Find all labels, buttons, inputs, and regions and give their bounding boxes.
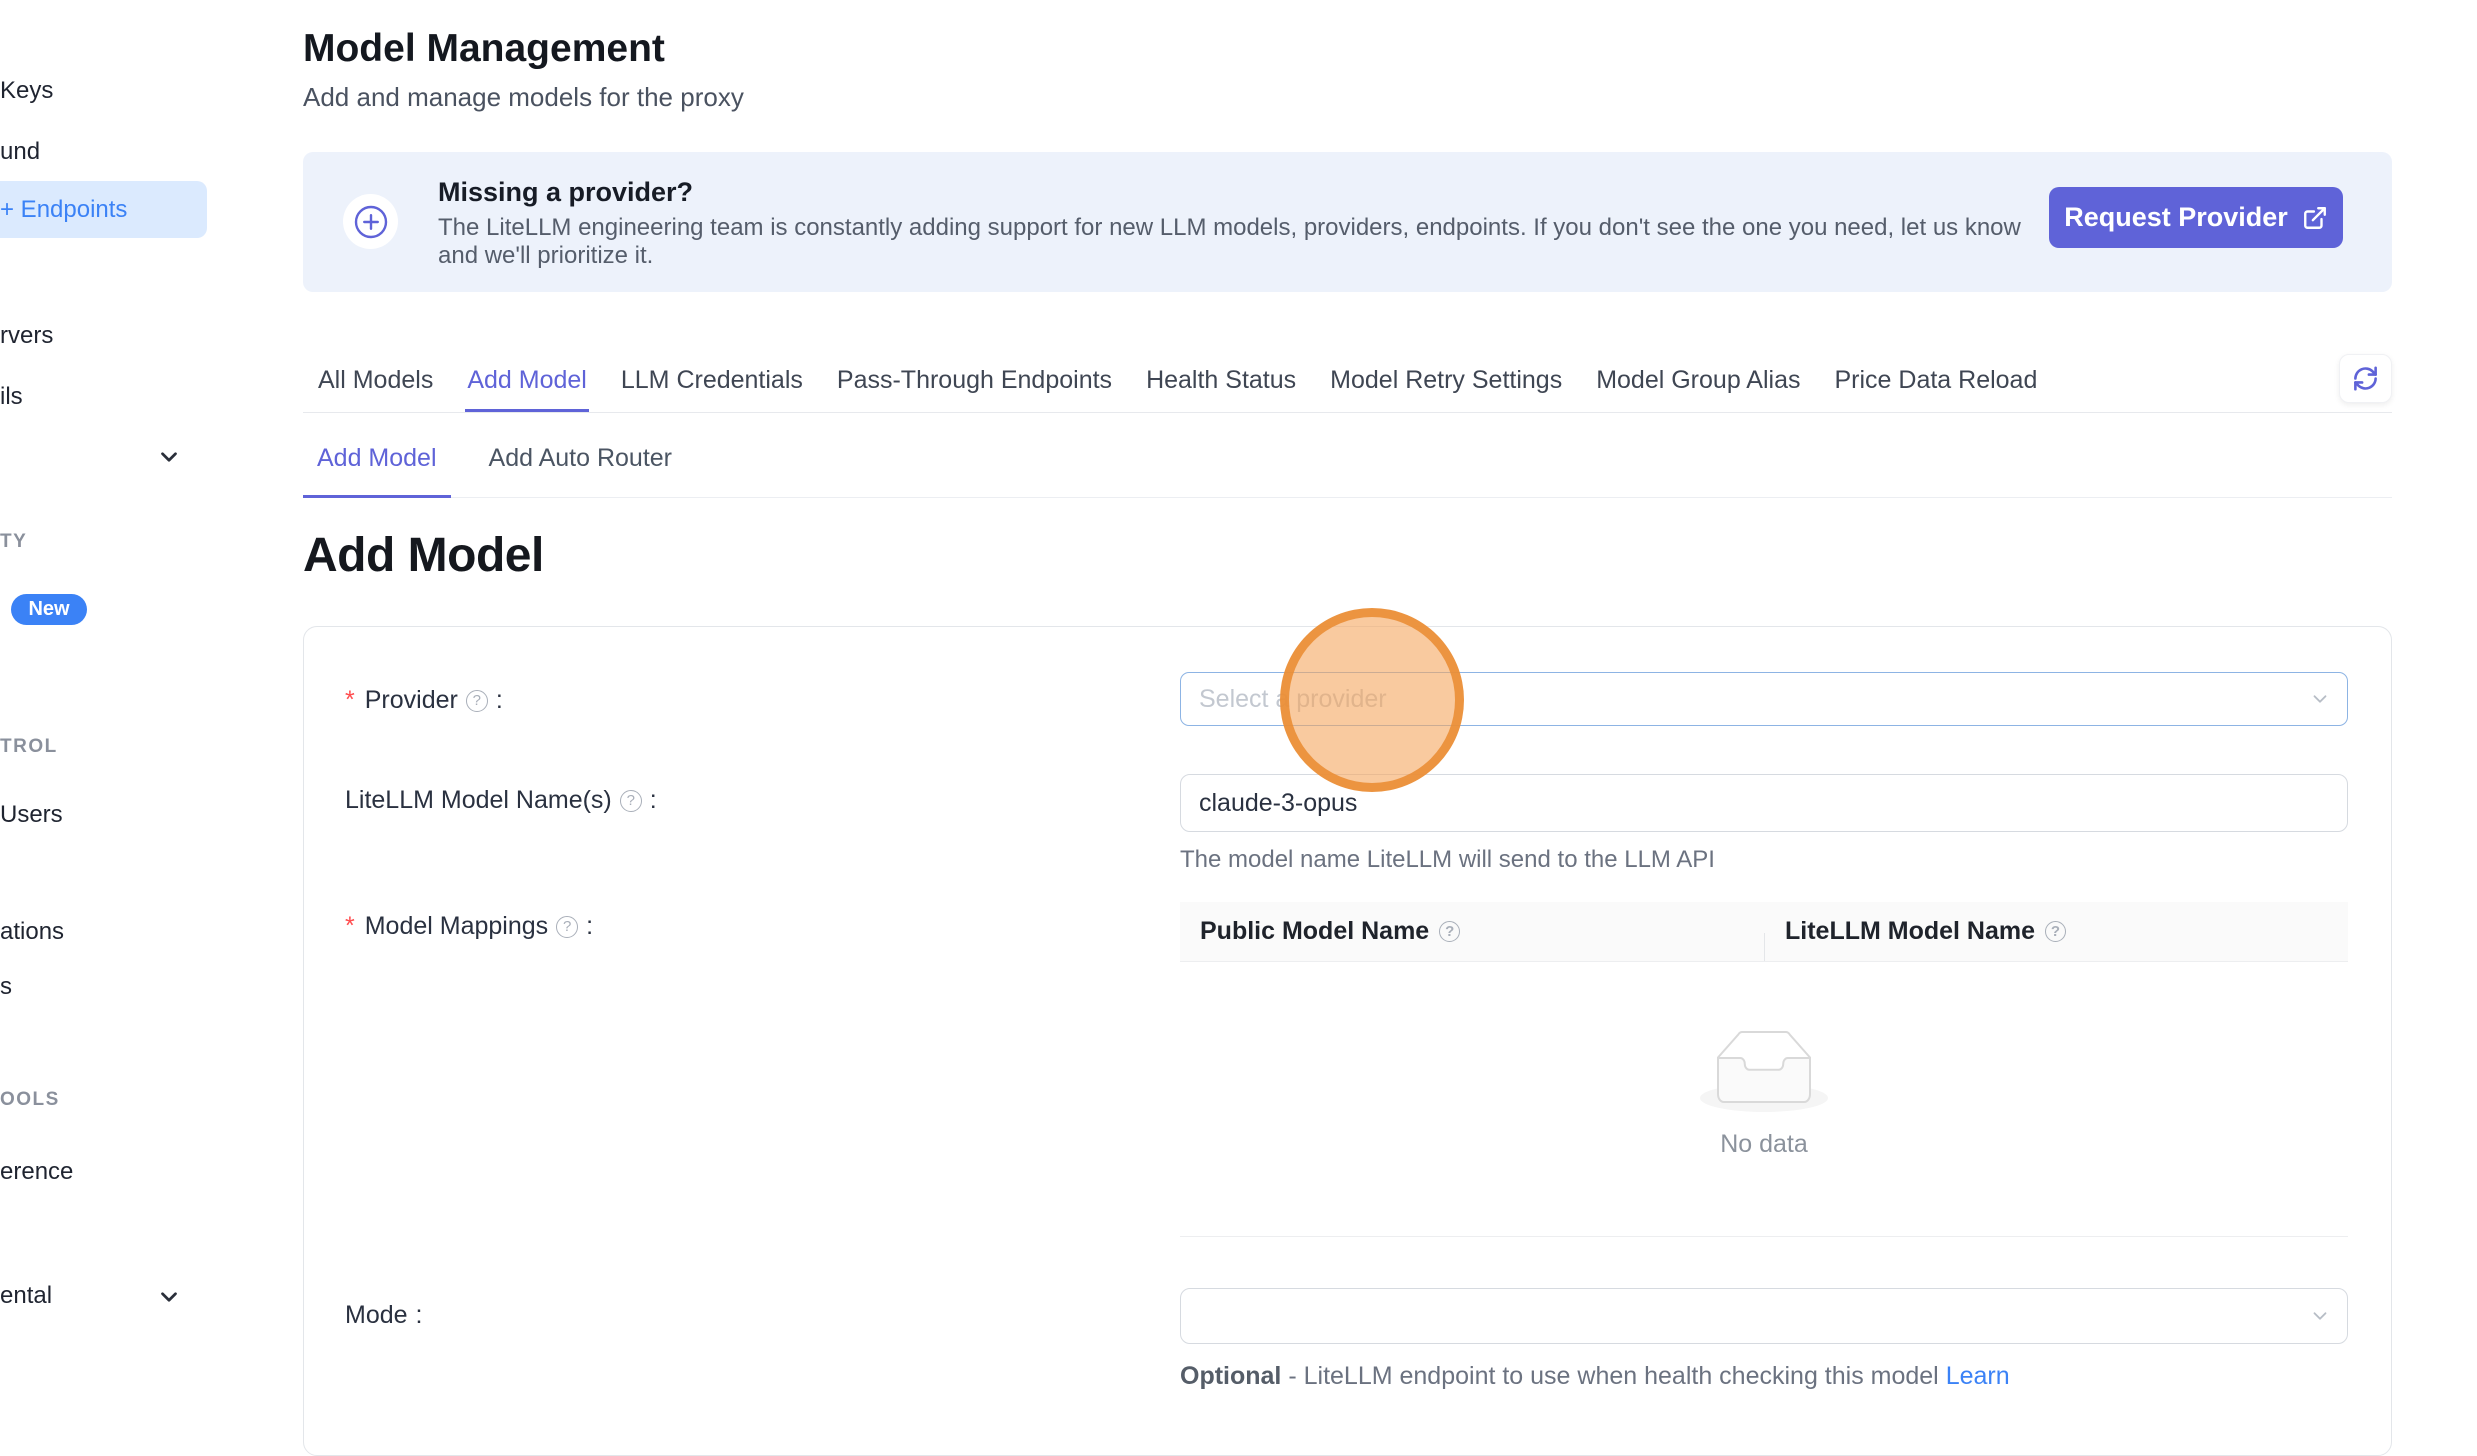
model-mappings-table-body: No data <box>1180 962 2348 1237</box>
model-name-help-text: The model name LiteLLM will send to the … <box>1180 846 1715 874</box>
colon: : <box>496 686 503 715</box>
sidebar-section-label: TROL <box>0 736 58 758</box>
colon: : <box>586 912 593 941</box>
litellm-model-name-label-text: LiteLLM Model Name(s) <box>345 786 612 815</box>
banner-title: Missing a provider? <box>438 177 693 208</box>
subtab-add-model[interactable]: Add Model <box>303 432 451 498</box>
refresh-button[interactable] <box>2339 354 2392 403</box>
sidebar-item-teams[interactable]: s <box>0 973 12 1001</box>
sidebar-item-guardrails[interactable]: ils <box>0 383 23 411</box>
colon: : <box>416 1301 423 1330</box>
sidebar-item-experimental[interactable]: ental <box>0 1282 52 1310</box>
mode-help-text: Optional - LiteLLM endpoint to use when … <box>1180 1362 2010 1391</box>
tab-price-data-reload[interactable]: Price Data Reload <box>1832 360 2039 412</box>
colon: : <box>650 786 657 815</box>
banner-body: The LiteLLM engineering team is constant… <box>438 214 2063 270</box>
model-mappings-label-text: Model Mappings <box>365 912 548 941</box>
required-mark: * <box>345 686 355 715</box>
plus-circle-icon <box>343 194 398 249</box>
sidebar-item-servers[interactable]: rvers <box>0 322 53 350</box>
help-icon[interactable]: ? <box>466 690 488 712</box>
provider-select-placeholder: Select a provider <box>1181 685 1387 714</box>
external-link-icon <box>2302 205 2328 231</box>
add-model-subtabs: Add Model Add Auto Router <box>303 432 2392 498</box>
missing-provider-banner: Missing a provider? The LiteLLM engineer… <box>303 152 2392 292</box>
provider-select[interactable]: Select a provider <box>1180 672 2348 726</box>
request-provider-button[interactable]: Request Provider <box>2049 187 2343 248</box>
refresh-icon <box>2352 365 2379 392</box>
page-title: Model Management <box>303 27 665 71</box>
litellm-model-name-input[interactable] <box>1180 774 2348 832</box>
tab-pass-through-endpoints[interactable]: Pass-Through Endpoints <box>835 360 1114 412</box>
sidebar-item-models-endpoints[interactable]: + Endpoints <box>0 181 207 238</box>
sidebar-item-organizations[interactable]: ations <box>0 918 64 946</box>
sidebar-item-reference[interactable]: erence <box>0 1158 73 1186</box>
mode-help-body: - LiteLLM endpoint to use when health ch… <box>1281 1362 1945 1390</box>
no-data-text: No data <box>1720 1130 1808 1159</box>
chevron-down-icon[interactable] <box>156 444 182 470</box>
sidebar-item-keys[interactable]: Keys <box>0 77 53 105</box>
model-mappings-table-header: Public Model Name ? LiteLLM Model Name ? <box>1180 902 2348 962</box>
litellm-model-name-label: LiteLLM Model Name(s) ? : <box>345 786 657 815</box>
add-model-heading: Add Model <box>303 528 544 583</box>
learn-more-link[interactable]: Learn <box>1946 1362 2010 1390</box>
provider-label: * Provider ? : <box>345 686 503 715</box>
column-label: LiteLLM Model Name <box>1785 917 2035 946</box>
tab-model-group-alias[interactable]: Model Group Alias <box>1594 360 1802 412</box>
request-provider-label: Request Provider <box>2064 202 2288 233</box>
provider-label-text: Provider <box>365 686 458 715</box>
model-mappings-label: * Model Mappings ? : <box>345 912 593 941</box>
page-subtitle: Add and manage models for the proxy <box>303 82 744 113</box>
sidebar-section-label: TY <box>0 531 27 553</box>
sidebar-item-users[interactable]: Users <box>0 801 63 829</box>
mode-label: Mode : <box>345 1301 423 1330</box>
column-label: Public Model Name <box>1200 917 1429 946</box>
new-badge: New <box>11 594 87 625</box>
chevron-down-icon <box>2309 688 2331 710</box>
tab-add-model[interactable]: Add Model <box>465 360 589 412</box>
subtab-add-auto-router[interactable]: Add Auto Router <box>475 432 686 498</box>
chevron-down-icon[interactable] <box>156 1284 182 1310</box>
tab-model-retry-settings[interactable]: Model Retry Settings <box>1328 360 1564 412</box>
chevron-down-icon <box>2309 1305 2331 1327</box>
tab-all-models[interactable]: All Models <box>316 360 435 412</box>
help-icon[interactable]: ? <box>556 916 578 938</box>
column-litellm-model-name: LiteLLM Model Name ? <box>1765 917 2066 946</box>
help-icon[interactable]: ? <box>1439 921 1460 942</box>
mode-help-prefix: Optional <box>1180 1362 1281 1390</box>
mode-select[interactable] <box>1180 1288 2348 1344</box>
empty-inbox-icon <box>1700 1030 1828 1112</box>
help-icon[interactable]: ? <box>2045 921 2066 942</box>
mode-label-text: Mode <box>345 1301 408 1330</box>
required-mark: * <box>345 912 355 941</box>
sidebar-item-playground[interactable]: und <box>0 138 40 166</box>
tab-llm-credentials[interactable]: LLM Credentials <box>619 360 805 412</box>
column-public-model-name: Public Model Name ? <box>1180 917 1765 946</box>
model-tabs: All Models Add Model LLM Credentials Pas… <box>303 360 2392 413</box>
sidebar-item-label: + Endpoints <box>0 196 127 224</box>
help-icon[interactable]: ? <box>620 790 642 812</box>
sidebar-section-label: OOLS <box>0 1089 60 1111</box>
tab-health-status[interactable]: Health Status <box>1144 360 1298 412</box>
